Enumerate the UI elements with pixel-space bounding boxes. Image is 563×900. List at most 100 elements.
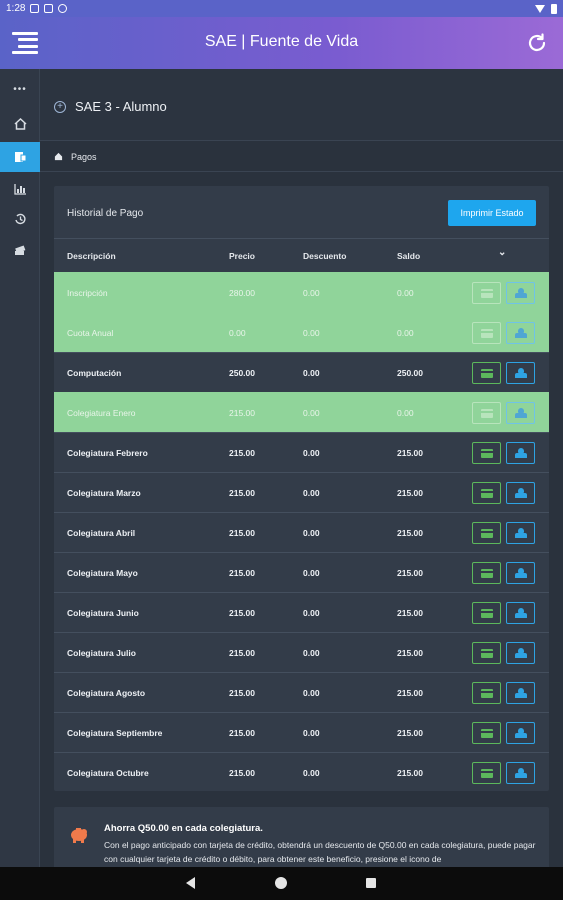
credit-card-icon — [480, 488, 493, 498]
notification-icon-3 — [58, 4, 68, 13]
cell-discount: 0.00 — [303, 288, 320, 298]
pay-card-button[interactable] — [472, 562, 501, 584]
table-row: Colegiatura Febrero 215.00 0.00 215.00 — [54, 432, 549, 472]
cashier-icon — [514, 368, 527, 378]
cell-description: Colegiatura Julio — [67, 648, 136, 658]
pay-card-button[interactable] — [472, 522, 501, 544]
cell-discount: 0.00 — [303, 368, 320, 378]
pay-cashier-button[interactable] — [506, 442, 535, 464]
app-bar: SAE | Fuente de Vida — [0, 17, 563, 69]
sidebar-history-icon[interactable] — [0, 205, 40, 233]
cashier-icon — [514, 288, 527, 298]
pay-cashier-button[interactable] — [506, 322, 535, 344]
pay-card-button[interactable] — [472, 402, 501, 424]
recents-icon[interactable] — [366, 878, 376, 888]
refresh-icon[interactable] — [525, 31, 549, 55]
cell-price: 215.00 — [229, 488, 255, 498]
cell-description: Inscripción — [67, 288, 108, 298]
table-header: Descripción Precio Descuento Saldo ⌄ — [54, 238, 549, 272]
table-row: Colegiatura Septiembre 215.00 0.00 215.00 — [54, 712, 549, 752]
cell-description: Colegiatura Octubre — [67, 768, 149, 778]
pay-card-button[interactable] — [472, 762, 501, 784]
home-nav-icon[interactable] — [275, 877, 287, 889]
pay-cashier-button[interactable] — [506, 282, 535, 304]
cell-balance: 215.00 — [397, 448, 423, 458]
cell-balance: 250.00 — [397, 368, 423, 378]
pay-card-button[interactable] — [472, 362, 501, 384]
pay-card-button[interactable] — [472, 602, 501, 624]
home-icon[interactable] — [54, 152, 63, 161]
pay-card-button[interactable] — [472, 282, 501, 304]
pay-cashier-button[interactable] — [506, 562, 535, 584]
cell-discount: 0.00 — [303, 608, 320, 618]
cell-price: 215.00 — [229, 768, 255, 778]
status-bar: 1:28 — [0, 0, 563, 17]
notification-icon — [30, 4, 40, 13]
back-icon[interactable] — [186, 877, 195, 889]
pay-card-button[interactable] — [472, 322, 501, 344]
table-row: Inscripción 280.00 0.00 0.00 — [54, 272, 549, 312]
cell-discount: 0.00 — [303, 728, 320, 738]
sidebar-chart-icon[interactable] — [0, 175, 40, 203]
pay-cashier-button[interactable] — [506, 602, 535, 624]
cell-description: Colegiatura Marzo — [67, 488, 141, 498]
table-row: Colegiatura Agosto 215.00 0.00 215.00 — [54, 672, 549, 712]
pay-cashier-button[interactable] — [506, 642, 535, 664]
pay-cashier-button[interactable] — [506, 722, 535, 744]
pay-cashier-button[interactable] — [506, 362, 535, 384]
column-balance: Saldo — [397, 251, 421, 261]
cashier-icon — [514, 448, 527, 458]
cell-balance: 215.00 — [397, 488, 423, 498]
cell-discount: 0.00 — [303, 528, 320, 538]
pay-cashier-button[interactable] — [506, 402, 535, 424]
sidebar-more-icon[interactable]: ••• — [0, 81, 40, 97]
table-row: Colegiatura Mayo 215.00 0.00 215.00 — [54, 552, 549, 592]
pay-cashier-button[interactable] — [506, 762, 535, 784]
cell-balance: 0.00 — [397, 408, 414, 418]
pay-card-button[interactable] — [472, 722, 501, 744]
cell-balance: 215.00 — [397, 528, 423, 538]
table-row: Colegiatura Junio 215.00 0.00 215.00 — [54, 592, 549, 632]
cell-balance: 215.00 — [397, 728, 423, 738]
cashier-icon — [514, 648, 527, 658]
payment-history-card: Historial de Pago Imprimir Estado Descri… — [54, 186, 549, 791]
pay-card-button[interactable] — [472, 482, 501, 504]
cell-discount: 0.00 — [303, 448, 320, 458]
add-circle-icon[interactable]: + — [54, 101, 66, 113]
pay-cashier-button[interactable] — [506, 482, 535, 504]
cashier-icon — [514, 488, 527, 498]
sidebar-cash-icon[interactable] — [0, 237, 40, 265]
breadcrumb: Pagos — [40, 142, 563, 172]
column-description: Descripción — [67, 251, 116, 261]
battery-icon — [551, 3, 557, 14]
expand-chevron-icon[interactable]: ⌄ — [498, 247, 506, 258]
cell-description: Colegiatura Abril — [67, 528, 136, 538]
breadcrumb-label[interactable]: Pagos — [71, 152, 97, 162]
cell-price: 215.00 — [229, 448, 255, 458]
print-statement-button[interactable]: Imprimir Estado — [448, 200, 536, 226]
pay-card-button[interactable] — [472, 642, 501, 664]
credit-card-icon — [480, 528, 493, 538]
pay-cashier-button[interactable] — [506, 522, 535, 544]
wifi-icon — [535, 4, 545, 13]
cell-discount: 0.00 — [303, 688, 320, 698]
info-text: Con el pago anticipado con tarjeta de cr… — [104, 840, 536, 864]
cell-description: Colegiatura Agosto — [67, 688, 146, 698]
sidebar-home-icon[interactable] — [0, 110, 40, 138]
table-row: Colegiatura Enero 215.00 0.00 0.00 — [54, 392, 549, 432]
table-row: Cuota Anual 0.00 0.00 0.00 — [54, 312, 549, 352]
app-title: SAE | Fuente de Vida — [204, 33, 359, 50]
credit-card-icon — [480, 648, 493, 658]
cell-price: 215.00 — [229, 648, 255, 658]
credit-card-icon — [480, 328, 493, 338]
credit-card-icon — [480, 408, 493, 418]
table-row: Colegiatura Octubre 215.00 0.00 215.00 — [54, 752, 549, 792]
sidebar-payments-icon[interactable] — [0, 142, 40, 172]
cell-discount: 0.00 — [303, 568, 320, 578]
card-title: Historial de Pago — [67, 208, 144, 219]
pay-card-button[interactable] — [472, 442, 501, 464]
cell-description: Colegiatura Enero — [67, 408, 136, 418]
credit-card-icon — [480, 688, 493, 698]
pay-card-button[interactable] — [472, 682, 501, 704]
pay-cashier-button[interactable] — [506, 682, 535, 704]
